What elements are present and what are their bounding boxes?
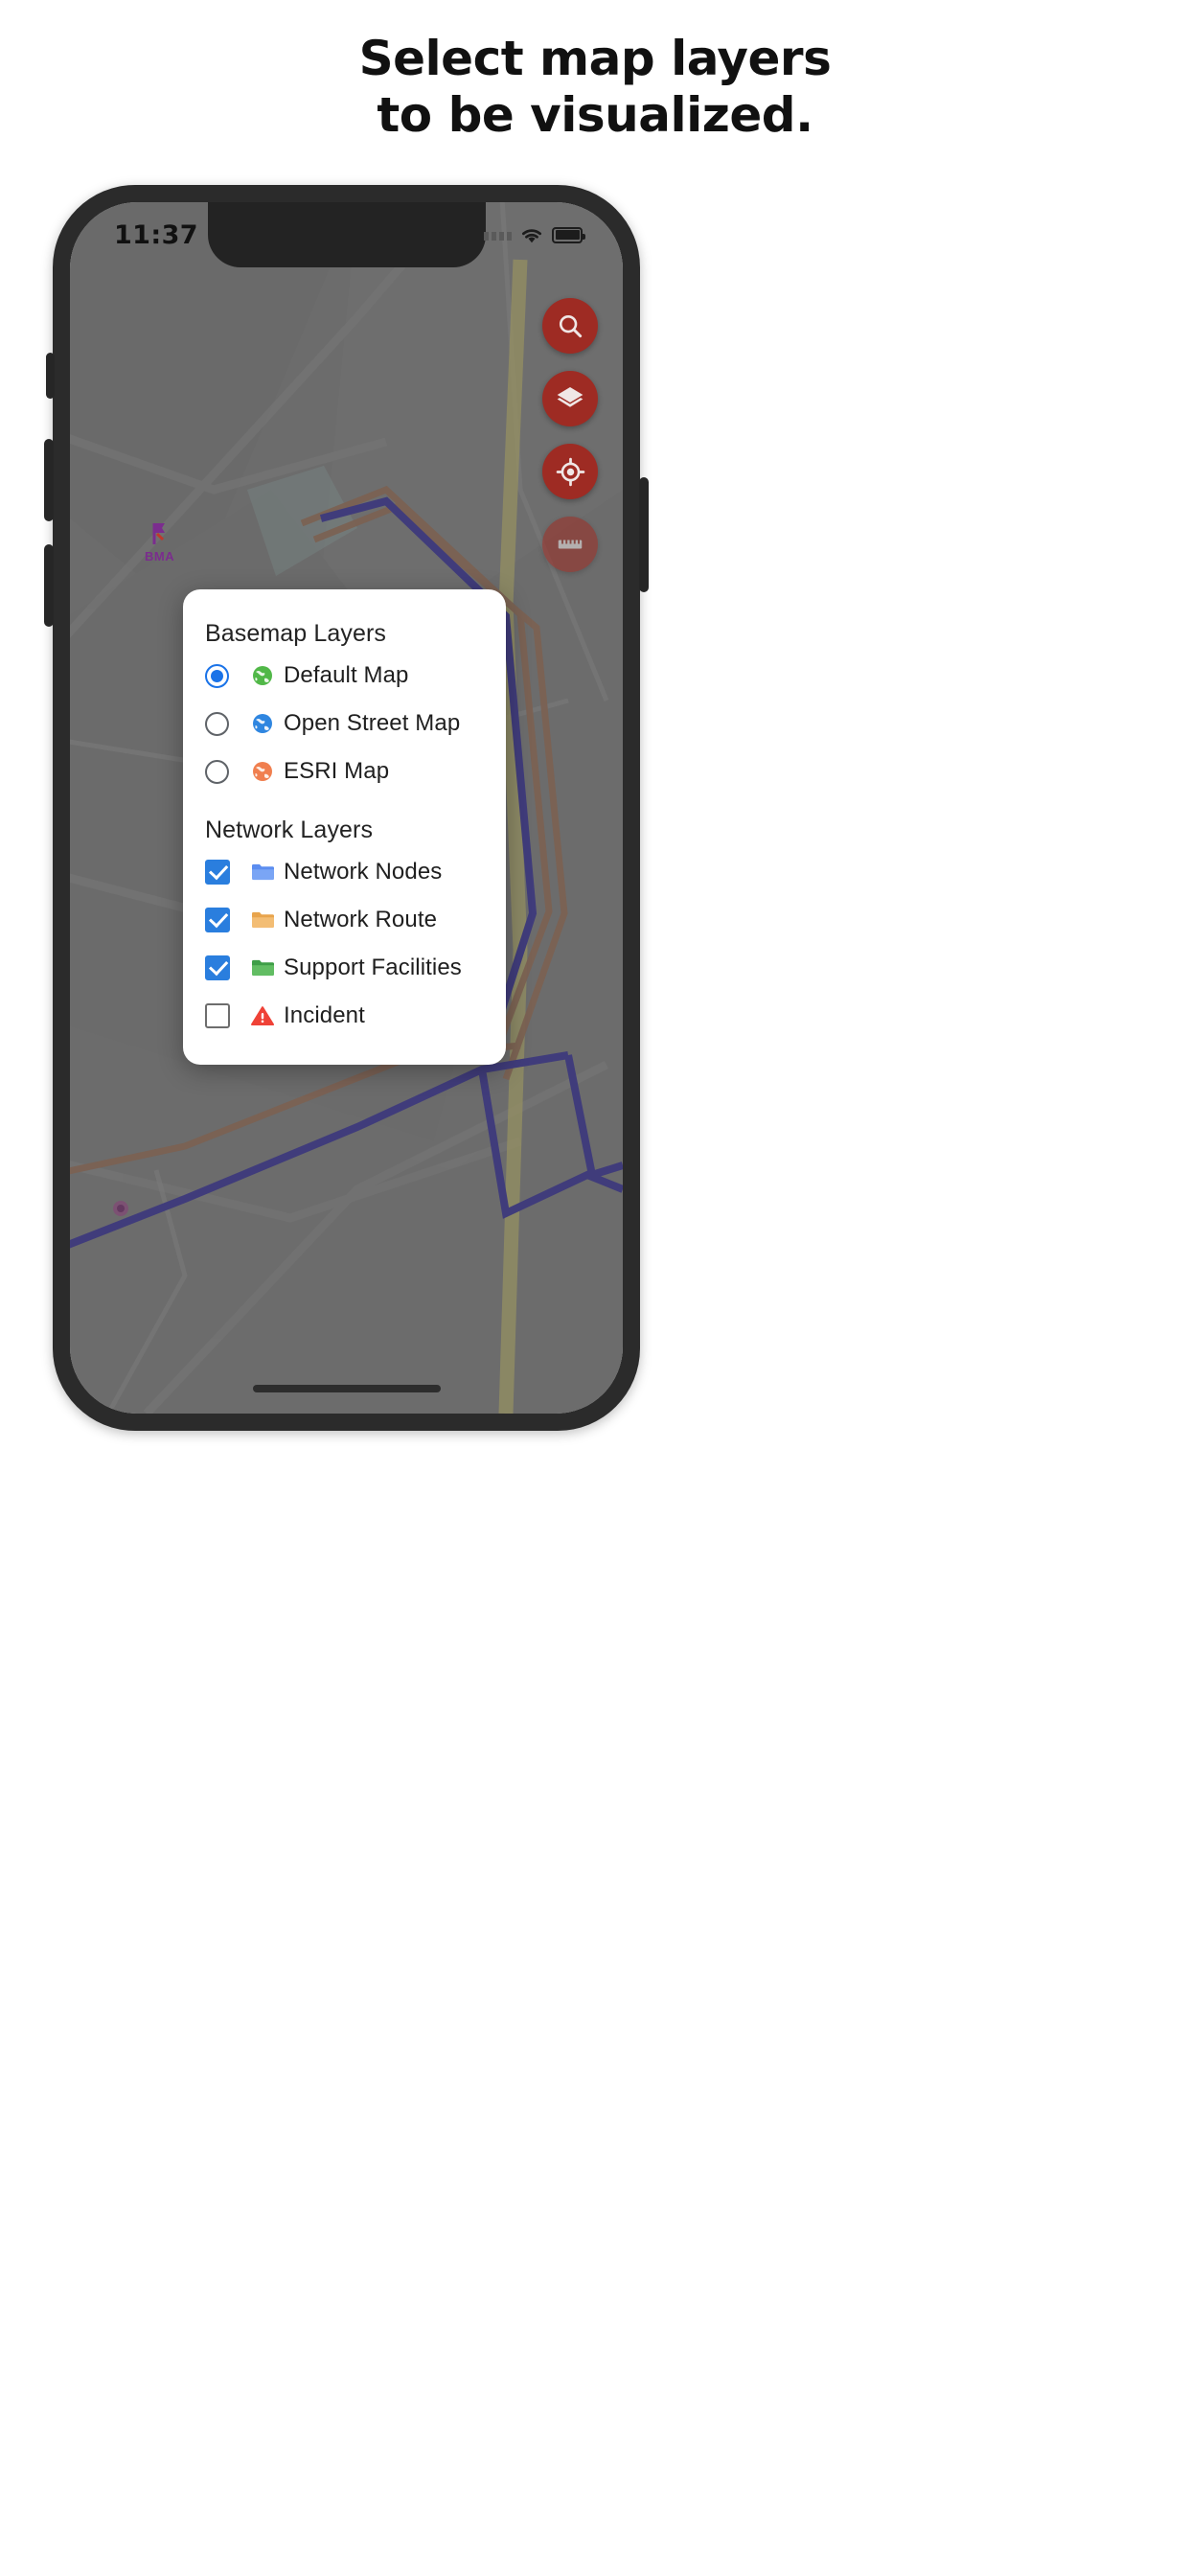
radio-esri-map[interactable] [205,759,229,784]
checkbox-slot [205,860,251,885]
globe-orange-icon [251,760,284,783]
wifi-icon [521,228,542,242]
network-option-network-route[interactable]: Network Route [183,896,506,944]
radio-slot [205,759,251,784]
radio-slot [205,663,251,688]
network-option-network-nodes[interactable]: Network Nodes [183,848,506,896]
power-button[interactable] [639,477,649,592]
basemap-option-label: Default Map [284,662,409,688]
checkbox-network-nodes[interactable] [205,860,230,885]
network-option-label: Support Facilities [284,954,462,980]
volume-up-button[interactable] [44,439,54,521]
phone-screen: BMA Basemap Layers Default Map Open Stre… [70,202,623,1414]
volume-down-button[interactable] [44,544,54,627]
checkbox-slot [205,1003,251,1028]
my-location-icon [556,457,584,486]
radio-slot [205,711,251,736]
network-option-label: Incident [284,1002,365,1028]
basemap-option-label: Open Street Map [284,710,461,736]
my-location-fab[interactable] [542,444,598,499]
basemap-option-label: ESRI Map [284,758,390,784]
search-fab[interactable] [542,298,598,354]
status-bar: 11:37 [70,202,623,267]
radio-open-street-map[interactable] [205,711,229,736]
checkbox-incident[interactable] [205,1003,230,1028]
signal-dots-icon [484,229,512,241]
status-time: 11:37 [114,219,198,250]
ruler-icon [558,540,583,549]
folder-orange-icon [251,909,284,931]
page-title: Select map layers to be visualized. [0,31,1190,144]
network-option-label: Network Nodes [284,859,443,885]
globe-blue-icon [251,712,284,735]
network-option-label: Network Route [284,907,438,932]
status-icons [484,226,585,244]
basemap-layers-title: Basemap Layers [205,620,386,647]
search-icon [559,314,583,338]
globe-green-icon [251,664,284,687]
bma-marker-label: BMA [145,549,175,564]
layers-fab[interactable] [542,371,598,426]
phone-mockup: BMA Basemap Layers Default Map Open Stre… [44,185,649,1431]
map-action-buttons [542,298,598,572]
bma-map-marker[interactable]: BMA [145,521,174,564]
checkbox-support-facilities[interactable] [205,955,230,980]
basemap-option-open-street-map[interactable]: Open Street Map [183,700,506,748]
map-layers-dialog: Basemap Layers Default Map Open Street M… [183,589,506,1065]
map-screen: BMA Basemap Layers Default Map Open Stre… [70,202,623,1414]
screenshot-root: Select map layers to be visualized. BMA … [0,0,1190,2576]
network-option-incident[interactable]: Incident [183,992,506,1040]
folder-blue-icon [251,862,284,883]
page-title-line-1: Select map layers [358,31,832,86]
checkbox-network-route[interactable] [205,908,230,932]
radio-default-map[interactable] [205,663,229,688]
basemap-option-default-map[interactable]: Default Map [183,652,506,700]
basemap-option-esri-map[interactable]: ESRI Map [183,748,506,795]
network-layers-title: Network Layers [205,816,374,843]
network-option-support-facilities[interactable]: Support Facilities [183,944,506,992]
folder-green-icon [251,957,284,978]
checkbox-slot [205,908,251,932]
home-indicator[interactable] [252,1385,441,1392]
checkbox-slot [205,955,251,980]
mute-switch[interactable] [46,353,55,399]
warning-red-icon [251,1005,284,1026]
flag-marker-icon [152,523,165,544]
measure-fab[interactable] [542,517,598,572]
layers-icon [557,387,584,407]
battery-full-icon [552,226,585,243]
page-title-line-2: to be visualized. [377,87,813,143]
